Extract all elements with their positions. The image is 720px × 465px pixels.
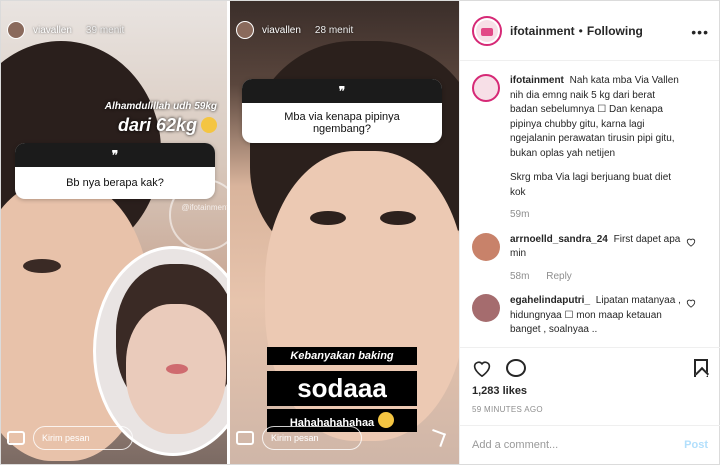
- comment-text: Nah kata mba Via Vallen nih dia emng nai…: [510, 75, 679, 159]
- message-field[interactable]: Kirim pesan: [262, 426, 362, 450]
- post-button[interactable]: Post: [684, 439, 708, 451]
- caption-big: dari 62kg: [117, 115, 197, 135]
- ifotainment-logo-icon: [476, 19, 498, 42]
- comment-body: arrnoelld_sandra_24 First dapet apa min …: [510, 233, 685, 285]
- story-avatar: [7, 21, 25, 39]
- message-field[interactable]: Kirim pesan: [33, 426, 133, 450]
- story-left: viavallen 39 menit Alhamdulillah udh 59k…: [1, 1, 227, 464]
- post-timestamp: 59 MINUTES AGO: [472, 405, 543, 414]
- comment-icon[interactable]: [506, 358, 526, 377]
- add-comment-bar: Post: [460, 425, 720, 463]
- overlay-text-1: Kebanyakan baking: [267, 347, 417, 365]
- list-item: arrnoelld_sandra_24 First dapet apa min …: [472, 232, 708, 285]
- caption-small: Alhamdulillah udh 59kg: [104, 101, 217, 112]
- caption-big-row: dari 62kg: [105, 115, 217, 136]
- camera-icon[interactable]: [7, 431, 25, 445]
- quote-icon: ❞: [242, 79, 442, 103]
- bookmark-icon[interactable]: [694, 358, 708, 377]
- story-right: viavallen 28 menit ❞ Mba via kenapa pipi…: [230, 1, 459, 464]
- story-time: 39 menit: [85, 24, 125, 36]
- follow-button[interactable]: Following: [587, 24, 643, 38]
- like-heart-icon[interactable]: [686, 298, 696, 308]
- watermark-logo: @ifotainment: [169, 179, 227, 251]
- post-media[interactable]: viavallen 39 menit Alhamdulillah udh 59k…: [1, 1, 459, 464]
- eye-shape: [380, 211, 416, 225]
- comment-text-2: Skrg mba Via lagi berjuang buat diet kok: [510, 172, 672, 198]
- action-bar: [460, 347, 720, 387]
- eye-shape: [23, 259, 61, 273]
- eye-shape: [310, 211, 346, 225]
- question-sticker: ❞ Mba via kenapa pipinya ngembang?: [242, 79, 442, 143]
- comment-body: egahelindaputri_ Lipatan matanyaa , hidu…: [510, 294, 685, 338]
- inset-lips: [166, 364, 188, 374]
- question-text: Mba via kenapa pipinya ngembang?: [284, 111, 400, 135]
- comment-username[interactable]: ifotainment: [510, 75, 564, 86]
- smile-emoji-icon: [201, 117, 217, 133]
- camera-icon[interactable]: [236, 431, 254, 445]
- like-icon[interactable]: [472, 359, 492, 377]
- send-icon[interactable]: [428, 429, 446, 447]
- header-separator: •: [578, 23, 583, 38]
- like-heart-icon[interactable]: [686, 237, 696, 247]
- avatar[interactable]: [472, 294, 500, 322]
- comment-username[interactable]: egahelindaputri_: [510, 295, 590, 306]
- story-username: viavallen: [262, 24, 301, 36]
- avatar[interactable]: [472, 74, 500, 102]
- story-footer: Kirim pesan: [7, 426, 133, 450]
- reply-button[interactable]: Reply: [546, 271, 572, 282]
- comment-time: 58m: [510, 270, 530, 282]
- post-panel: ifotainment • Following ••• ifotainment …: [459, 1, 720, 464]
- story-header: viavallen 28 menit: [236, 21, 353, 39]
- caption-comment: ifotainment Nah kata mba Via Vallen nih …: [472, 74, 708, 223]
- list-item: egahelindaputri_ Lipatan matanyaa , hidu…: [472, 294, 708, 338]
- comments-list[interactable]: ifotainment Nah kata mba Via Vallen nih …: [460, 62, 720, 347]
- more-options-icon[interactable]: •••: [691, 24, 709, 40]
- comment-time: 59m: [510, 209, 530, 220]
- story-header: viavallen 39 menit: [7, 21, 124, 39]
- story-time: 28 menit: [314, 24, 354, 36]
- story-caption: Alhamdulillah udh 59kg dari 62kg: [105, 101, 217, 136]
- account-avatar[interactable]: [472, 15, 502, 46]
- story-footer: Kirim pesan: [236, 426, 446, 450]
- comment-username[interactable]: arrnoelld_sandra_24: [510, 234, 608, 245]
- comment-meta: 58m Reply: [510, 270, 685, 285]
- story-username: viavallen: [33, 24, 72, 36]
- comment-meta: 59m: [510, 208, 685, 223]
- post-header: ifotainment • Following •••: [460, 1, 719, 61]
- likes-count[interactable]: 1,283 likes: [472, 385, 527, 397]
- overlay-text-2: sodaaa: [267, 371, 417, 406]
- quote-icon: ❞: [15, 143, 215, 167]
- story-avatar: [236, 21, 254, 39]
- comment-input[interactable]: [472, 438, 685, 451]
- comment-body: ifotainment Nah kata mba Via Vallen nih …: [510, 74, 685, 223]
- header-username[interactable]: ifotainment: [510, 24, 575, 38]
- avatar[interactable]: [472, 232, 500, 261]
